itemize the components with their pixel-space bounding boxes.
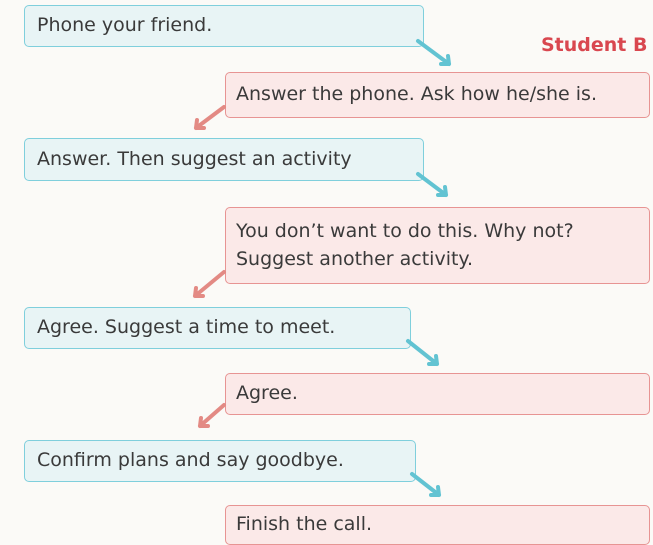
arrow-down-left-icon bbox=[194, 105, 226, 130]
arrow-down-right-icon bbox=[410, 472, 441, 497]
arrow-down-right-icon bbox=[416, 172, 448, 197]
connector-arrows bbox=[193, 39, 451, 497]
arrow-down-right-icon bbox=[416, 39, 451, 66]
arrow-down-left-icon bbox=[193, 270, 226, 298]
arrow-down-left-icon bbox=[198, 403, 226, 428]
arrow-down-right-icon bbox=[406, 339, 439, 366]
